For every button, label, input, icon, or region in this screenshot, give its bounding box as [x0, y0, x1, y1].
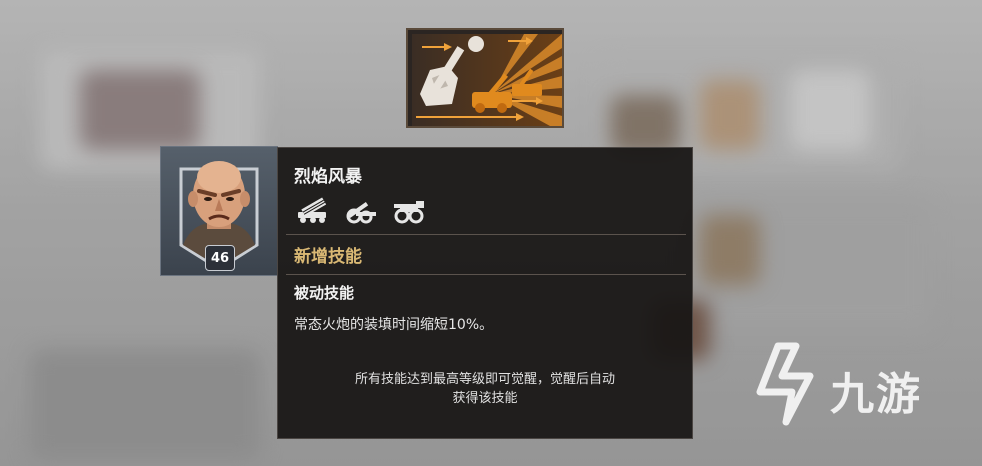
- skill-badge: [406, 28, 564, 128]
- howitzer-icon: [346, 202, 376, 224]
- watermark: 九游: [752, 340, 952, 430]
- awaken-note-line2: 获得该技能: [452, 391, 518, 406]
- skill-description: 常态火炮的装填时间缩短10%。: [294, 317, 494, 333]
- divider: [286, 274, 686, 275]
- applicable-units: [294, 196, 428, 224]
- skill-tooltip-panel: 烈焰风暴 新增技能 被动技能 常态火炮的装填时间缩短10%。 所有技能达到最高等…: [277, 147, 693, 439]
- divider: [286, 234, 686, 235]
- field-cannon-icon: [394, 201, 424, 224]
- new-skill-label: 新增技能: [294, 247, 362, 267]
- skill-type-label: 被动技能: [294, 284, 355, 302]
- hero-portrait[interactable]: 46: [160, 146, 278, 276]
- hero-level-badge: 46: [205, 245, 235, 271]
- flame-storm-skill-icon: [412, 34, 562, 126]
- awaken-note-line1: 所有技能达到最高等级即可觉醒，觉醒后自动: [354, 372, 615, 387]
- awaken-note: 所有技能达到最高等级即可觉醒，觉醒后自动 获得该技能: [278, 370, 692, 408]
- skill-name: 烈焰风暴: [294, 167, 362, 187]
- watermark-text: 九游: [830, 369, 922, 420]
- rocket-launcher-icon: [298, 197, 327, 223]
- jiuyou-logo-icon: [756, 342, 814, 426]
